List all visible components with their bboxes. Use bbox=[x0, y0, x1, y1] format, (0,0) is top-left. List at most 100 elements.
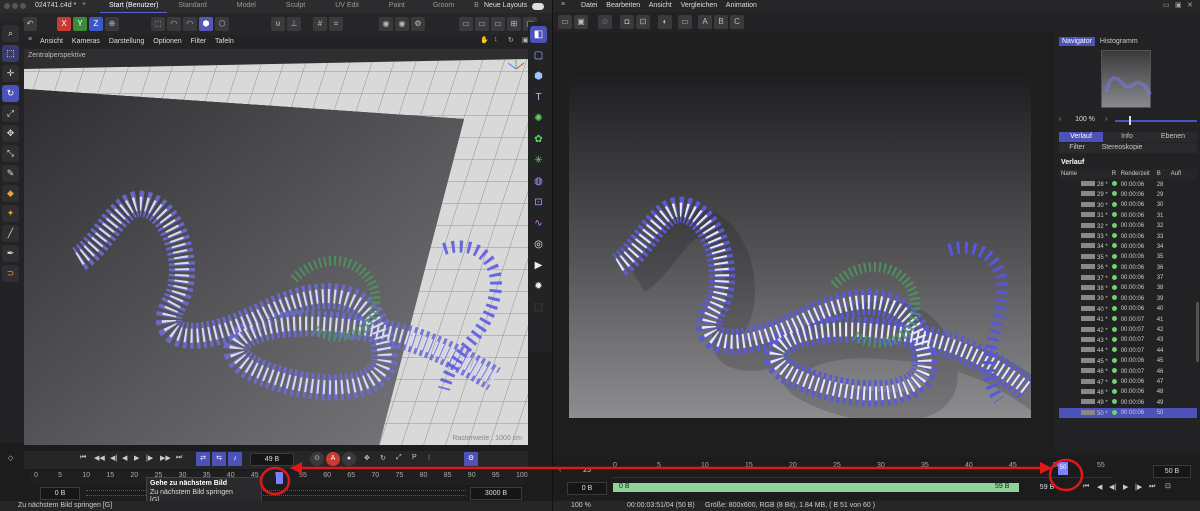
open-icon[interactable]: ▭ bbox=[558, 15, 572, 29]
zoom-increase-icon[interactable]: › bbox=[1105, 116, 1107, 123]
edges-mode-icon[interactable]: ◠ bbox=[183, 17, 197, 31]
sound-icon[interactable]: ♪ bbox=[228, 452, 242, 466]
render-pv-icon[interactable]: ◉ bbox=[395, 17, 409, 31]
autokey-icon[interactable]: ● bbox=[342, 452, 356, 466]
history-row[interactable]: 49 * 00:00:06 49 bbox=[1059, 398, 1197, 408]
tab-paint[interactable]: Paint bbox=[380, 0, 414, 12]
layout-toggle[interactable] bbox=[532, 3, 544, 10]
zoom-slider-handle[interactable] bbox=[1129, 116, 1131, 125]
navigator-thumbnail[interactable] bbox=[1101, 50, 1152, 108]
menu-kameras[interactable]: Kameras bbox=[72, 38, 100, 45]
render-region-icon[interactable]: ◘ bbox=[620, 15, 634, 29]
menu-tafeln[interactable]: Tafeln bbox=[215, 38, 234, 45]
pv-prev-key-icon[interactable]: ◀ bbox=[1097, 483, 1102, 491]
tab-standard[interactable]: Standard bbox=[169, 0, 215, 12]
goto-end-icon[interactable]: ⏭ bbox=[176, 454, 182, 462]
history-row[interactable]: 48 * 00:00:06 48 bbox=[1059, 387, 1197, 397]
menu-filter[interactable]: Filter bbox=[191, 38, 207, 45]
knife-tool-icon[interactable]: ✎ bbox=[2, 165, 19, 182]
undo-icon[interactable]: ↶ bbox=[23, 17, 37, 31]
deformer-icon[interactable]: ◍ bbox=[530, 173, 547, 190]
save-icon[interactable]: ▣ bbox=[574, 15, 588, 29]
axis-x-button[interactable]: X bbox=[57, 17, 71, 31]
color-mode-icon[interactable]: ◐ bbox=[658, 15, 672, 29]
render-image[interactable] bbox=[569, 70, 1031, 418]
pv-goto-end-icon[interactable]: ⏭ bbox=[1149, 483, 1155, 491]
status-zoom[interactable]: 100 % bbox=[571, 502, 591, 509]
history-row[interactable]: 39 * 00:00:06 39 bbox=[1059, 294, 1197, 304]
model-mode-icon[interactable]: ⬢ bbox=[199, 17, 213, 31]
move-tool-icon[interactable]: ✛ bbox=[2, 65, 19, 82]
tab-info[interactable]: Info bbox=[1105, 132, 1149, 142]
pen-tool-icon[interactable]: ✒ bbox=[2, 245, 19, 262]
history-row[interactable]: 47 * 00:00:06 47 bbox=[1059, 377, 1197, 387]
next-key-icon[interactable]: ▶▶ bbox=[160, 454, 171, 462]
fps-icon[interactable]: ⇆ bbox=[212, 452, 226, 466]
axis-tool-icon[interactable]: ⤡ bbox=[2, 145, 19, 162]
menu-optionen[interactable]: Optionen bbox=[153, 38, 181, 45]
menu-darstellung[interactable]: Darstellung bbox=[109, 38, 144, 45]
generator-icon[interactable]: ✺ bbox=[530, 110, 547, 127]
object-manager-icon[interactable]: ◧ bbox=[530, 26, 547, 43]
col-renderzeit[interactable]: Renderzeit bbox=[1119, 169, 1155, 179]
pv-play-icon[interactable]: ▶ bbox=[1123, 483, 1128, 491]
field-icon[interactable]: ⊡ bbox=[530, 194, 547, 211]
current-frame-field[interactable]: 49 B bbox=[250, 453, 294, 466]
ab-compare-icon[interactable]: ▭ bbox=[678, 15, 692, 29]
play-icon[interactable]: ▶ bbox=[134, 454, 139, 462]
keyframe-mode-icon[interactable]: ◇ bbox=[8, 454, 13, 462]
tab-navigator[interactable]: Navigator bbox=[1059, 37, 1095, 46]
pv-ruler-ticks[interactable]: 0 5 10 15 20 25 30 35 40 45 50 55 bbox=[613, 460, 1113, 478]
tab-histogram[interactable]: Histogramm bbox=[1097, 37, 1141, 46]
key-pos-icon[interactable]: ✥ bbox=[364, 454, 370, 462]
pv-range-bar[interactable] bbox=[613, 483, 1019, 492]
zoom-slider[interactable] bbox=[1115, 120, 1197, 122]
loop-icon[interactable]: ⇄ bbox=[196, 452, 210, 466]
key-rot-icon[interactable]: ↻ bbox=[380, 454, 386, 462]
menu-ansicht[interactable]: Ansicht bbox=[40, 38, 63, 45]
menu-vergleichen[interactable]: Vergleichen bbox=[681, 2, 718, 9]
history-scrollbar[interactable] bbox=[1196, 302, 1199, 362]
history-row[interactable]: 46 * 00:00:07 46 bbox=[1059, 366, 1197, 376]
tab-model[interactable]: Model bbox=[228, 0, 265, 12]
tab-filter[interactable]: Filter bbox=[1059, 143, 1095, 153]
goto-start-icon[interactable]: ⏮ bbox=[80, 454, 86, 462]
col-name[interactable]: Name bbox=[1059, 169, 1110, 179]
spline-icon[interactable]: ∿ bbox=[530, 215, 547, 232]
pv-start-field[interactable]: 25 bbox=[567, 465, 607, 478]
paint-tool-icon[interactable]: ◆ bbox=[2, 185, 19, 202]
snap-settings-icon[interactable]: ⌗ bbox=[329, 17, 343, 31]
tab-ebenen[interactable]: Ebenen bbox=[1151, 132, 1195, 142]
record-icon[interactable]: A bbox=[326, 452, 340, 466]
axis-lock-icon[interactable]: ⊥ bbox=[287, 17, 301, 31]
render-settings-icon[interactable]: ⚙ bbox=[411, 17, 425, 31]
pv-close-icon[interactable]: ✕ bbox=[1187, 1, 1193, 9]
transform-tool-icon[interactable]: ✥ bbox=[2, 125, 19, 142]
brush-tool-icon[interactable]: ✦ bbox=[2, 205, 19, 222]
pv-loop-icon[interactable]: ⊡ bbox=[1165, 482, 1171, 490]
history-row[interactable]: 42 * 00:00:07 42 bbox=[1059, 325, 1197, 335]
history-row[interactable]: 33 * 00:00:06 33 bbox=[1059, 231, 1197, 241]
tab-uvedit[interactable]: UV Edit bbox=[326, 0, 368, 12]
search-icon[interactable]: ⌕ bbox=[2, 25, 19, 42]
zoom-icon[interactable]: ↕ bbox=[494, 36, 498, 43]
pv-window-icon[interactable]: ▭ bbox=[1163, 1, 1170, 9]
history-row[interactable]: 36 * 00:00:06 36 bbox=[1059, 263, 1197, 273]
history-row[interactable]: 29 * 00:00:06 29 bbox=[1059, 190, 1197, 200]
tab-stereoskopie[interactable]: Stereoskopie bbox=[1097, 143, 1147, 153]
menu-animation[interactable]: Animation bbox=[726, 2, 757, 9]
pv-range-end2[interactable]: 59 B bbox=[1029, 482, 1065, 495]
menu-bearbeiten[interactable]: Bearbeiten bbox=[606, 2, 640, 9]
history-row[interactable]: 35 * 00:00:06 35 bbox=[1059, 252, 1197, 262]
tab-sculpt[interactable]: Sculpt bbox=[277, 0, 314, 12]
pv-next-frame-icon[interactable]: |▶ bbox=[1135, 483, 1142, 491]
magnet-tool-icon[interactable]: ⊃ bbox=[2, 265, 19, 282]
axis-z-button[interactable]: Z bbox=[89, 17, 103, 31]
prev-key-icon[interactable]: ◀◀ bbox=[94, 454, 105, 462]
environment-icon[interactable]: ◎ bbox=[530, 236, 547, 253]
key-scale-icon[interactable]: ⤢ bbox=[396, 454, 402, 462]
col-b[interactable]: B bbox=[1155, 169, 1169, 179]
coord-system-icon[interactable]: ⊕ bbox=[105, 17, 119, 31]
grid-snap-icon[interactable]: # bbox=[313, 17, 327, 31]
file-tab[interactable]: 024741.c4d * bbox=[35, 2, 76, 9]
